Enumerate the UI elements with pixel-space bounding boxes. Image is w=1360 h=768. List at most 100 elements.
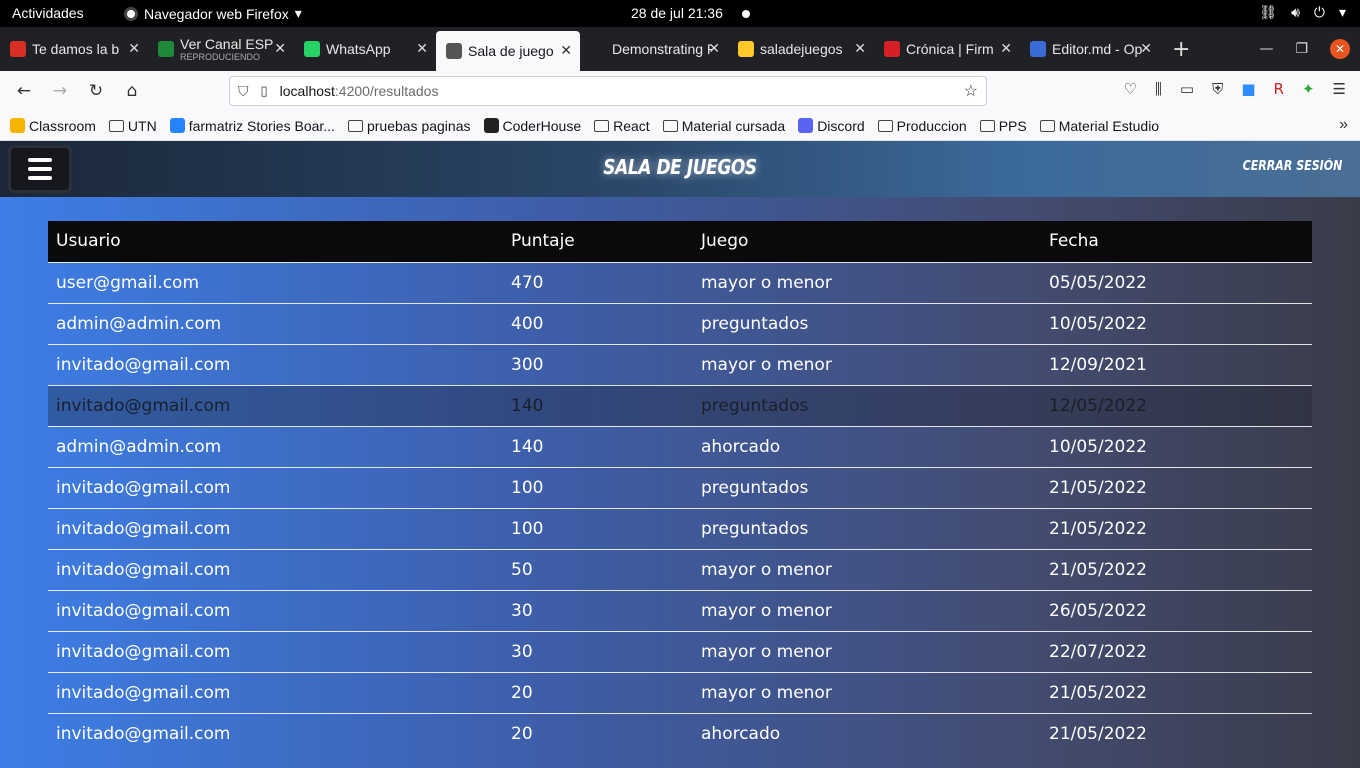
bookmark-item[interactable]: Material Estudio [1039, 118, 1159, 134]
menu-icon[interactable]: ☰ [1333, 80, 1346, 98]
cell-usuario: invitado@gmail.com [48, 343, 503, 385]
header-puntaje[interactable]: Puntaje [503, 221, 693, 262]
bookmark-item[interactable]: pruebas paginas [347, 117, 471, 134]
close-tab-icon[interactable]: ✕ [128, 40, 140, 57]
firebase-icon [738, 41, 754, 57]
table-row[interactable]: invitado@gmail.com 100 preguntados 21/05/20… [48, 507, 1312, 549]
logout-button[interactable]: Cerrar Sesión [1242, 159, 1342, 174]
cell-usuario: admin@admin.com [48, 302, 503, 344]
pocket-icon[interactable]: ♡ [1124, 80, 1137, 98]
table-row[interactable]: invitado@gmail.com 20 ahorcado 21/05/2022 [48, 712, 1312, 754]
bookmark-label: Material cursada [681, 117, 786, 134]
sidebar-icon[interactable]: ▭ [1180, 80, 1194, 98]
bookmark-label: Produccion [896, 117, 967, 134]
more-bookmarks-icon[interactable]: » [1339, 116, 1348, 134]
table-row[interactable]: invitado@gmail.com 30 mayor o menor 26/05/2… [48, 589, 1312, 631]
minimize-icon[interactable]: — [1259, 41, 1273, 57]
tab-title: saladejuegos [760, 41, 843, 57]
bookmark-item[interactable]: Discord [798, 118, 865, 134]
bookmark-star-icon[interactable]: ☆ [964, 81, 978, 101]
tab-6[interactable]: Crónica | Firm ✕ [874, 27, 1020, 71]
url-bar[interactable]: ⛉ ▯ localhost:4200/resultados ☆ [229, 76, 987, 106]
new-tab-button[interactable]: + [1172, 37, 1190, 62]
system-top-bar: Actividades Navegador web Firefox ▾ 28 d… [0, 0, 1360, 27]
bookmark-label: Classroom [29, 117, 96, 134]
gmail-icon [10, 41, 26, 57]
back-icon[interactable]: ← [6, 81, 42, 101]
bookmark-item[interactable]: PPS [979, 117, 1027, 134]
header-usuario[interactable]: Usuario [48, 221, 503, 262]
close-tab-icon[interactable]: ✕ [708, 40, 720, 57]
tab-3[interactable]: Sala de juego ✕ [436, 31, 580, 71]
tracking-shield-icon[interactable]: ⛉ [238, 83, 249, 100]
blank-favicon-icon [590, 41, 606, 57]
zoom-extension-icon[interactable]: ■ [1241, 80, 1255, 98]
table-row[interactable]: user@gmail.com 470 mayor o menor 05/05/2022 [48, 261, 1312, 303]
tab-5[interactable]: saladejuegos ✕ [728, 27, 874, 71]
table-row[interactable]: admin@admin.com 400 preguntados 10/05/2022 [48, 302, 1312, 344]
bookmark-label: PPS [998, 117, 1027, 134]
r-extension-icon[interactable]: R [1274, 80, 1284, 98]
library-icon[interactable]: ⫼ [1155, 80, 1162, 98]
bookmark-item[interactable]: UTN [108, 118, 157, 134]
table-row[interactable]: admin@admin.com 140 ahorcado 10/05/2022 [48, 425, 1312, 467]
bookmark-item[interactable]: farmatriz Stories Boar... [169, 117, 335, 134]
table-header-row: Usuario Puntaje Juego Fecha [48, 221, 1312, 262]
forward-icon[interactable]: → [42, 81, 78, 101]
folder-icon [877, 119, 893, 132]
cell-puntaje: 20 [503, 671, 693, 713]
toolbar-extensions: ♡ ⫼ ▭ ⛨ ■ R ✦ ☰ [1124, 80, 1346, 98]
close-tab-icon[interactable]: ✕ [1140, 40, 1152, 57]
header-fecha[interactable]: Fecha [1041, 221, 1312, 262]
tab-subtitle: REPRODUCIENDO [180, 52, 261, 62]
clock[interactable]: 28 de jul 21:36 [631, 5, 723, 21]
tab-0[interactable]: Te damos la b ✕ [0, 27, 148, 71]
results-table: Usuario Puntaje Juego Fecha user@gmail.c… [48, 221, 1312, 754]
close-tab-icon[interactable]: ✕ [1000, 40, 1012, 57]
reload-icon[interactable]: ↻ [78, 81, 114, 101]
bookmark-label: farmatriz Stories Boar... [188, 117, 335, 134]
tab-1[interactable]: Ver Canal ESP REPRODUCIENDO ✕ [148, 27, 294, 71]
url-path: :4200/resultados [334, 83, 439, 99]
table-row[interactable]: invitado@gmail.com 50 mayor o menor 21/05/2… [48, 548, 1312, 590]
game-icon [446, 43, 462, 59]
hamburger-menu-button[interactable] [8, 145, 72, 193]
table-row[interactable]: invitado@gmail.com 140 preguntados 12/05/20… [48, 384, 1312, 426]
table-row[interactable]: invitado@gmail.com 20 mayor o menor 21/05/2… [48, 671, 1312, 713]
tab-title: Editor.md - Op [1052, 41, 1143, 57]
privacy-badger-icon[interactable]: ⛨ [1212, 80, 1223, 98]
bookmark-label: pruebas paginas [366, 117, 471, 134]
tab-7[interactable]: Editor.md - Op ✕ [1020, 27, 1160, 71]
bookmark-item[interactable]: Classroom [10, 118, 96, 134]
folder-icon [594, 119, 610, 132]
app-menu[interactable]: Navegador web Firefox ▾ [124, 5, 302, 22]
close-tab-icon[interactable]: ✕ [274, 40, 286, 57]
folder-icon [662, 119, 678, 132]
cell-juego: preguntados [693, 507, 1041, 549]
cell-usuario: admin@admin.com [48, 425, 503, 467]
cell-fecha: 21/05/2022 [1041, 712, 1312, 754]
header-juego[interactable]: Juego [693, 221, 1041, 262]
tab-4[interactable]: Demonstrating R ✕ [580, 27, 728, 71]
bookmark-item[interactable]: Produccion [877, 117, 967, 134]
bookmark-item[interactable]: React [594, 118, 650, 134]
maximize-icon[interactable]: ❐ [1295, 41, 1308, 57]
table-row[interactable]: invitado@gmail.com 30 mayor o menor 22/07/2… [48, 630, 1312, 672]
tab-2[interactable]: WhatsApp ✕ [294, 27, 436, 71]
table-row[interactable]: invitado@gmail.com 300 mayor o menor 12/09/… [48, 343, 1312, 385]
pdf-extension-icon[interactable]: ✦ [1302, 80, 1315, 98]
page-title: Sala de Juegos [603, 155, 757, 179]
bookmark-item[interactable]: Material cursada [662, 117, 786, 134]
cell-usuario: user@gmail.com [48, 261, 503, 303]
system-tray[interactable]: ⛓ 🔊︎ ⏻ ▾ [1259, 4, 1346, 21]
close-tab-icon[interactable]: ✕ [560, 42, 572, 59]
close-window-icon[interactable]: ✕ [1330, 39, 1350, 59]
close-tab-icon[interactable]: ✕ [854, 40, 866, 57]
home-icon[interactable]: ⌂ [114, 81, 150, 101]
cell-usuario: invitado@gmail.com [48, 712, 503, 754]
activities-button[interactable]: Actividades [12, 5, 84, 21]
bookmark-item[interactable]: CoderHouse [483, 118, 581, 134]
table-row[interactable]: invitado@gmail.com 100 preguntados 21/05/20… [48, 466, 1312, 508]
close-tab-icon[interactable]: ✕ [416, 40, 428, 57]
page-info-icon[interactable]: ▯ [261, 83, 268, 99]
